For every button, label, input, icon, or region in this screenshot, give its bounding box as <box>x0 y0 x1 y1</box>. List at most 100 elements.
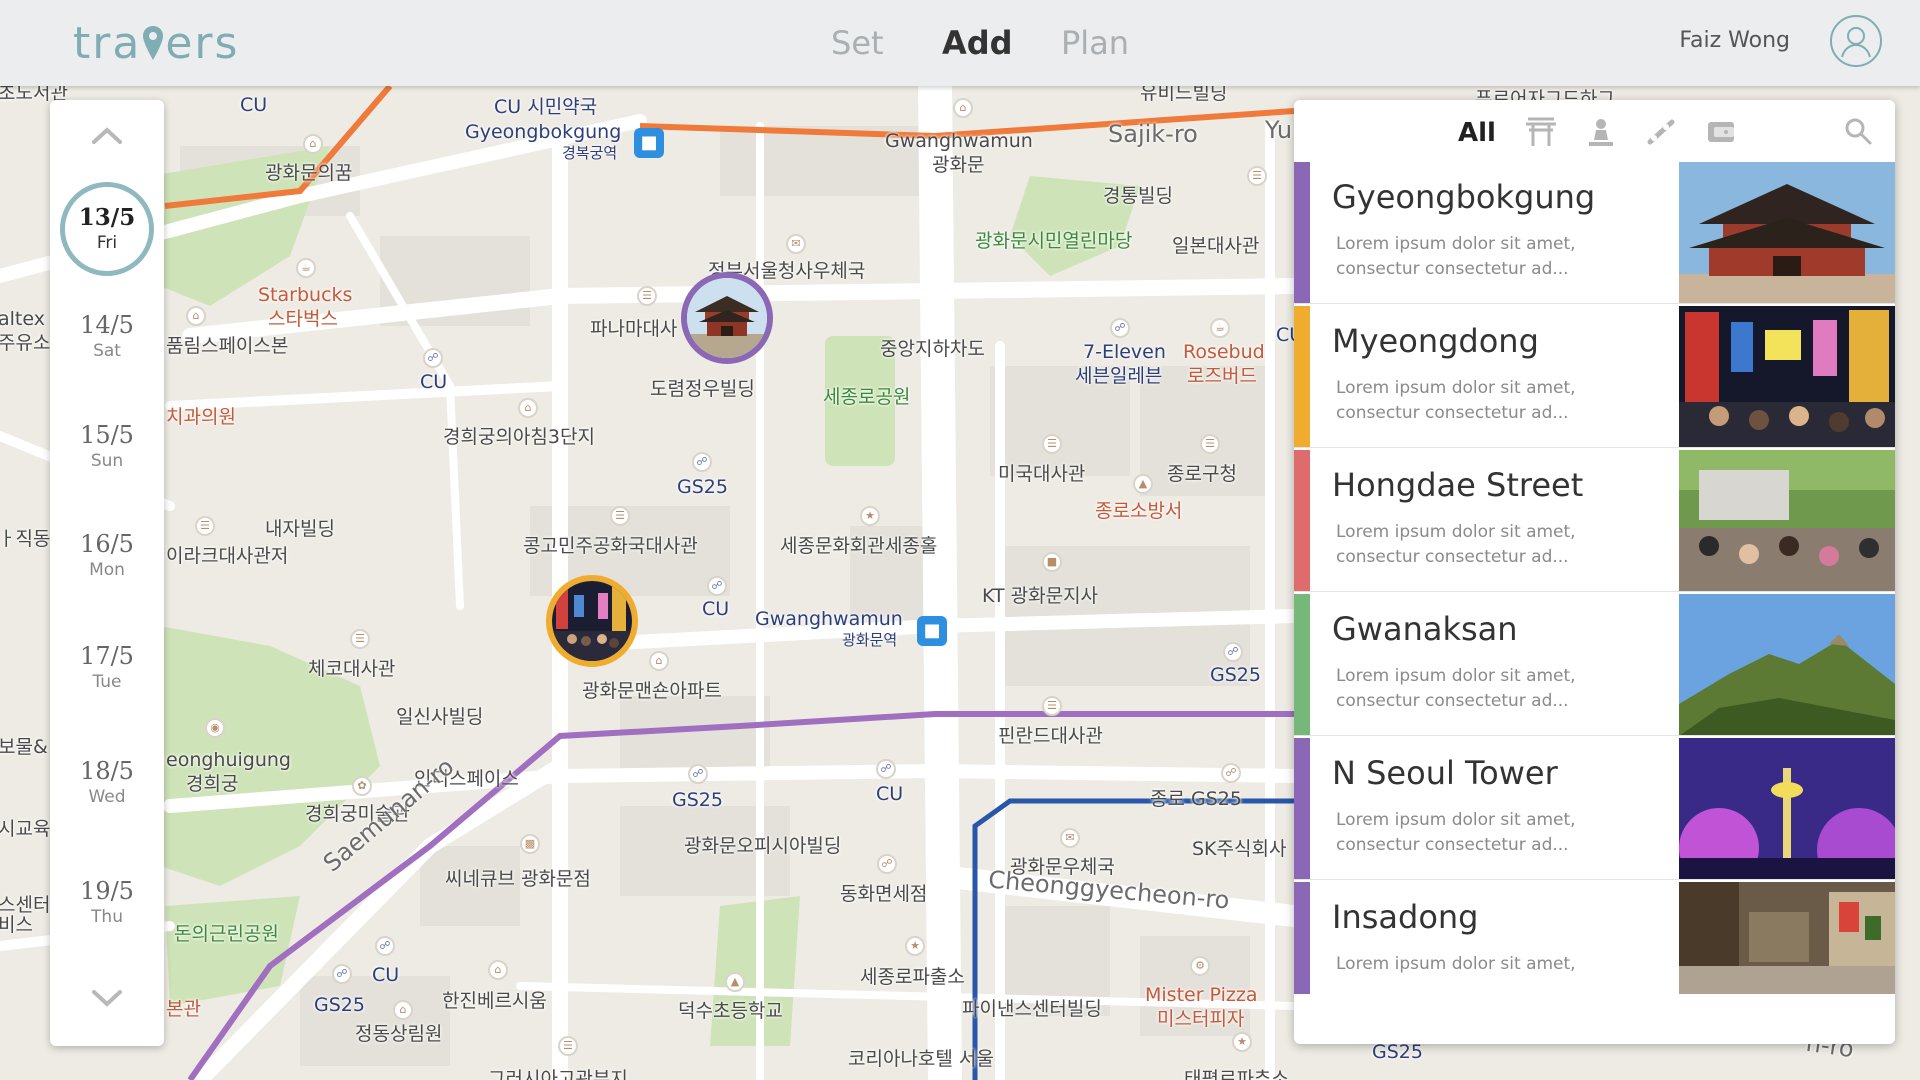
date-weekday: Tue <box>92 672 122 692</box>
chevron-up-icon[interactable] <box>90 126 124 146</box>
map-label: 코리아나호텔 서울 <box>848 1048 994 1070</box>
school-icon[interactable]: ▲ <box>725 972 745 992</box>
map-label: 광화문의꿈 <box>265 162 353 184</box>
map-label: CU <box>240 94 268 116</box>
shop-icon[interactable]: ☍ <box>1110 318 1130 338</box>
map-label: 도렴정우빌딩 <box>650 378 755 400</box>
theater-icon[interactable]: ★ <box>860 506 880 526</box>
place-card[interactable]: Gyeongbokgung Lorem ipsum dolor sit amet… <box>1294 162 1895 304</box>
map-label: 미국대사관 <box>998 463 1086 485</box>
date-item[interactable]: 16/5 Mon <box>50 530 164 580</box>
shop-icon[interactable]: ☍ <box>707 576 727 596</box>
cafe-icon[interactable]: ☕ <box>1210 318 1230 338</box>
cafe-icon[interactable]: ☕ <box>296 258 316 278</box>
place-icon[interactable]: ⌂ <box>953 98 973 118</box>
shopping-icon[interactable] <box>1704 116 1738 148</box>
mail-icon[interactable]: ✉ <box>1060 828 1080 848</box>
food-icon[interactable] <box>1644 116 1678 148</box>
embassy-icon[interactable]: ☰ <box>558 1036 578 1056</box>
chevron-down-icon[interactable] <box>90 988 124 1008</box>
palace-photo <box>687 278 767 358</box>
map-pin-myeongdong[interactable] <box>546 575 638 667</box>
embassy-icon[interactable]: ☰ <box>350 629 370 649</box>
fire-icon[interactable]: ▲ <box>1133 474 1153 494</box>
map-road-label: Yu <box>1265 116 1293 144</box>
date-item[interactable]: 13/5 Fri <box>60 182 154 276</box>
app-logo[interactable]: tra ers <box>73 18 239 75</box>
place-card[interactable]: Insadong Lorem ipsum dolor sit amet, <box>1294 882 1895 1024</box>
map-label: 경희궁 <box>186 773 239 795</box>
shop-icon[interactable]: ☍ <box>332 964 352 984</box>
place-card[interactable]: Gwanaksan Lorem ipsum dolor sit amet, co… <box>1294 594 1895 736</box>
filter-all-tab[interactable]: All <box>1458 118 1496 148</box>
place-description: Lorem ipsum dolor sit amet, consectur co… <box>1336 378 1576 423</box>
date-item[interactable]: 15/5 Sun <box>50 421 164 471</box>
embassy-icon[interactable]: ☰ <box>637 286 657 306</box>
map-label: 내자빌딩 <box>265 518 335 540</box>
embassy-icon[interactable]: ☰ <box>195 516 215 536</box>
date-weekday: Fri <box>96 233 118 253</box>
shop-icon[interactable]: ☍ <box>423 348 443 368</box>
temple-icon[interactable] <box>1524 116 1558 148</box>
place-icon[interactable]: ⌂ <box>393 1000 413 1020</box>
date-value: 19/5 <box>80 877 134 905</box>
place-icon[interactable]: ■ <box>1042 552 1062 572</box>
date-item[interactable]: 18/5 Wed <box>50 757 164 807</box>
map-label: CU 시민약국 <box>494 96 598 118</box>
map-label: 체코대사관 <box>308 658 396 680</box>
user-icon[interactable] <box>1830 15 1882 67</box>
embassy-icon[interactable]: ☰ <box>1247 166 1267 186</box>
place-card[interactable]: Myeongdong Lorem ipsum dolor sit amet, c… <box>1294 306 1895 448</box>
embassy-icon[interactable]: ☰ <box>1042 434 1062 454</box>
search-icon[interactable] <box>1843 116 1873 146</box>
embassy-icon[interactable]: ☰ <box>610 506 630 526</box>
place-description: Lorem ipsum dolor sit amet, <box>1336 954 1576 974</box>
shop-icon[interactable]: ☍ <box>1221 763 1241 783</box>
date-item[interactable]: 19/5 Thu <box>50 877 164 927</box>
shop-icon[interactable]: ☍ <box>1223 642 1243 662</box>
place-icon[interactable]: ⌂ <box>303 134 323 154</box>
map-label: Rosebud <box>1183 341 1265 363</box>
place-photo <box>1679 450 1895 591</box>
place-icon[interactable]: ⌂ <box>186 306 206 326</box>
subway-station-icon[interactable]: ■ <box>634 128 664 158</box>
shop-icon[interactable]: ☍ <box>877 854 897 874</box>
map-label-station[interactable]: Gyeongbokgung <box>465 121 621 143</box>
map-label: 7-Eleven <box>1083 341 1166 363</box>
police-icon[interactable]: ★ <box>905 936 925 956</box>
nav-set[interactable]: Set <box>831 24 884 62</box>
date-item[interactable]: 14/5 Sat <box>50 311 164 361</box>
place-icon[interactable]: ⌂ <box>649 651 669 671</box>
place-icon[interactable]: ⌂ <box>518 398 538 418</box>
shop-icon[interactable]: ☍ <box>876 759 896 779</box>
nav-plan[interactable]: Plan <box>1061 24 1129 62</box>
mail-icon[interactable]: ✉ <box>786 234 806 254</box>
date-value: 13/5 <box>78 204 136 231</box>
user-name[interactable]: Faiz Wong <box>1679 28 1790 53</box>
map-pin-gyeongbokgung[interactable] <box>681 272 773 364</box>
place-icon[interactable]: ⌂ <box>488 960 508 980</box>
category-filter-bar: All <box>1294 100 1895 164</box>
date-weekday: Wed <box>88 787 126 807</box>
shop-icon[interactable]: ☍ <box>692 452 712 472</box>
place-photo <box>1679 738 1895 879</box>
restaurant-icon[interactable]: ⚙ <box>1190 956 1210 976</box>
shop-icon[interactable]: ☍ <box>375 936 395 956</box>
place-card[interactable]: N Seoul Tower Lorem ipsum dolor sit amet… <box>1294 738 1895 880</box>
date-item[interactable]: 17/5 Tue <box>50 642 164 692</box>
embassy-icon[interactable]: ☰ <box>1042 696 1062 716</box>
map-label-station[interactable]: Gwanghwamun <box>755 608 903 630</box>
cinema-icon[interactable]: ▩ <box>520 834 540 854</box>
subway-station-icon[interactable]: ■ <box>917 616 947 646</box>
police-icon[interactable]: ★ <box>1232 1032 1252 1052</box>
nav-add[interactable]: Add <box>942 24 1013 62</box>
place-card[interactable]: Hongdae Street Lorem ipsum dolor sit ame… <box>1294 450 1895 592</box>
camera-icon[interactable]: ◉ <box>205 718 225 738</box>
landmark-icon[interactable] <box>1584 116 1618 148</box>
date-weekday: Sun <box>90 451 124 471</box>
embassy-icon[interactable]: ☰ <box>1200 434 1220 454</box>
shop-icon[interactable]: ☍ <box>688 764 708 784</box>
map-label: 비스 <box>0 914 33 936</box>
map-label: 시교육 <box>0 818 51 840</box>
art-icon[interactable]: ✿ <box>352 776 372 796</box>
